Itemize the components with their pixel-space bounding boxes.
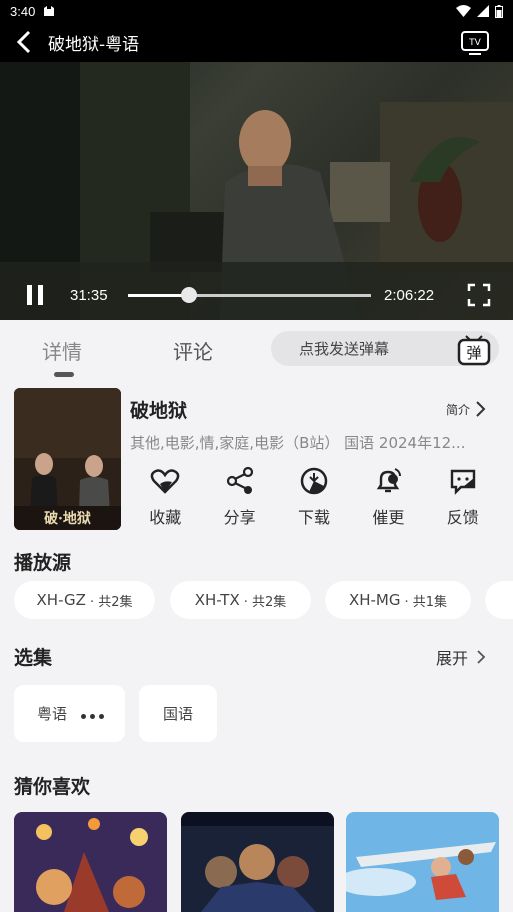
- bell-icon: [377, 468, 402, 493]
- recommend-card-2[interactable]: [181, 812, 334, 912]
- chevron-right-icon: [476, 401, 486, 417]
- movie-title: 破地狱: [130, 400, 188, 422]
- danmu-toggle-icon[interactable]: 弹: [456, 331, 492, 367]
- player-controls: 31:35 2:06:22: [0, 272, 513, 318]
- now-playing-icon: [81, 709, 105, 719]
- remind-button[interactable]: 催更: [351, 466, 425, 532]
- total-time: 2:06:22: [384, 286, 435, 304]
- download-icon: [300, 467, 328, 495]
- source-count: · 共1集: [404, 594, 448, 610]
- action-row: 收藏 分享 下载 催更 反馈: [128, 466, 500, 532]
- action-label: 收藏: [149, 508, 182, 527]
- app-notification-icon: [44, 6, 55, 16]
- heart-icon: [150, 469, 180, 494]
- tab-comments[interactable]: 评论: [173, 336, 213, 365]
- battery-icon: [495, 4, 503, 18]
- expand-button[interactable]: 展开: [436, 645, 486, 669]
- feedback-button[interactable]: 反馈: [426, 466, 500, 532]
- episode-mandarin[interactable]: 国语: [139, 685, 217, 742]
- intro-link[interactable]: 简介: [446, 400, 486, 418]
- source-name: XH-GZ: [36, 591, 86, 609]
- recommend-heading: 猜你喜欢: [14, 776, 91, 798]
- seek-handle[interactable]: [180, 287, 197, 303]
- recommend-poster-3: [346, 812, 499, 912]
- source-list: XH-GZ · 共2集 XH-TX · 共2集 XH-MG · 共1集: [14, 581, 513, 619]
- action-label: 分享: [223, 508, 256, 527]
- episode-label: 国语: [162, 705, 193, 723]
- share-icon: [226, 466, 253, 494]
- source-more[interactable]: [485, 581, 513, 619]
- source-xh-tx[interactable]: XH-TX · 共2集: [170, 581, 311, 619]
- action-label: 反馈: [446, 508, 479, 527]
- source-count: · 共2集: [89, 594, 133, 610]
- back-button[interactable]: [0, 22, 48, 62]
- recommend-card-1[interactable]: [14, 812, 167, 912]
- pause-button[interactable]: [0, 284, 70, 306]
- movie-poster[interactable]: 破·地狱: [14, 388, 121, 530]
- fullscreen-icon[interactable]: [467, 283, 491, 307]
- seek-bar[interactable]: [128, 287, 371, 303]
- episodes-heading: 选集: [14, 647, 53, 669]
- source-count: · 共2集: [243, 594, 287, 610]
- expand-label: 展开: [436, 649, 469, 668]
- source-xh-gz[interactable]: XH-GZ · 共2集: [14, 581, 155, 619]
- seek-progress: [128, 294, 189, 297]
- danmu-placeholder: 点我发送弹幕: [299, 340, 390, 358]
- chevron-right-icon: [477, 650, 486, 664]
- poster-title: 破·地狱: [44, 511, 91, 527]
- tab-details[interactable]: 详情: [42, 336, 82, 365]
- download-button[interactable]: 下载: [277, 466, 351, 532]
- recommend-poster-2: [181, 812, 334, 912]
- status-bar: 3:40: [0, 0, 513, 22]
- episode-label: 粤语: [37, 705, 68, 723]
- source-xh-mg[interactable]: XH-MG · 共1集: [325, 581, 471, 619]
- svg-text:TV: TV: [468, 38, 481, 48]
- episode-cantonese[interactable]: 粤语: [14, 685, 125, 742]
- feedback-icon: [450, 469, 475, 495]
- recommend-poster-1: [14, 812, 167, 912]
- video-player[interactable]: 31:35 2:06:22: [0, 62, 513, 320]
- recommend-card-3[interactable]: [346, 812, 499, 912]
- sources-heading: 播放源: [14, 552, 72, 574]
- title-bar: 破地狱-粤语 TV: [0, 22, 513, 62]
- back-arrow-icon: [16, 30, 31, 54]
- status-time: 3:40: [10, 3, 36, 19]
- share-button[interactable]: 分享: [202, 466, 276, 532]
- tab-indicator: [54, 372, 74, 377]
- current-time: 31:35: [70, 286, 108, 304]
- danmu-badge: 弹: [466, 344, 481, 362]
- source-name: XH-MG: [348, 591, 401, 609]
- action-label: 下载: [297, 508, 330, 527]
- page-title: 破地狱-粤语: [48, 34, 140, 55]
- favorite-button[interactable]: 收藏: [128, 466, 202, 532]
- source-name: XH-TX: [194, 591, 240, 609]
- action-label: 催更: [372, 508, 405, 527]
- movie-meta: 其他,电影,情,家庭,电影（B站） 国语 2024年12...: [130, 434, 466, 452]
- tv-cast-icon[interactable]: TV: [459, 28, 491, 56]
- intro-label: 简介: [446, 402, 471, 417]
- wifi-icon: [456, 5, 471, 17]
- pause-icon: [27, 285, 43, 305]
- signal-icon: [477, 5, 489, 17]
